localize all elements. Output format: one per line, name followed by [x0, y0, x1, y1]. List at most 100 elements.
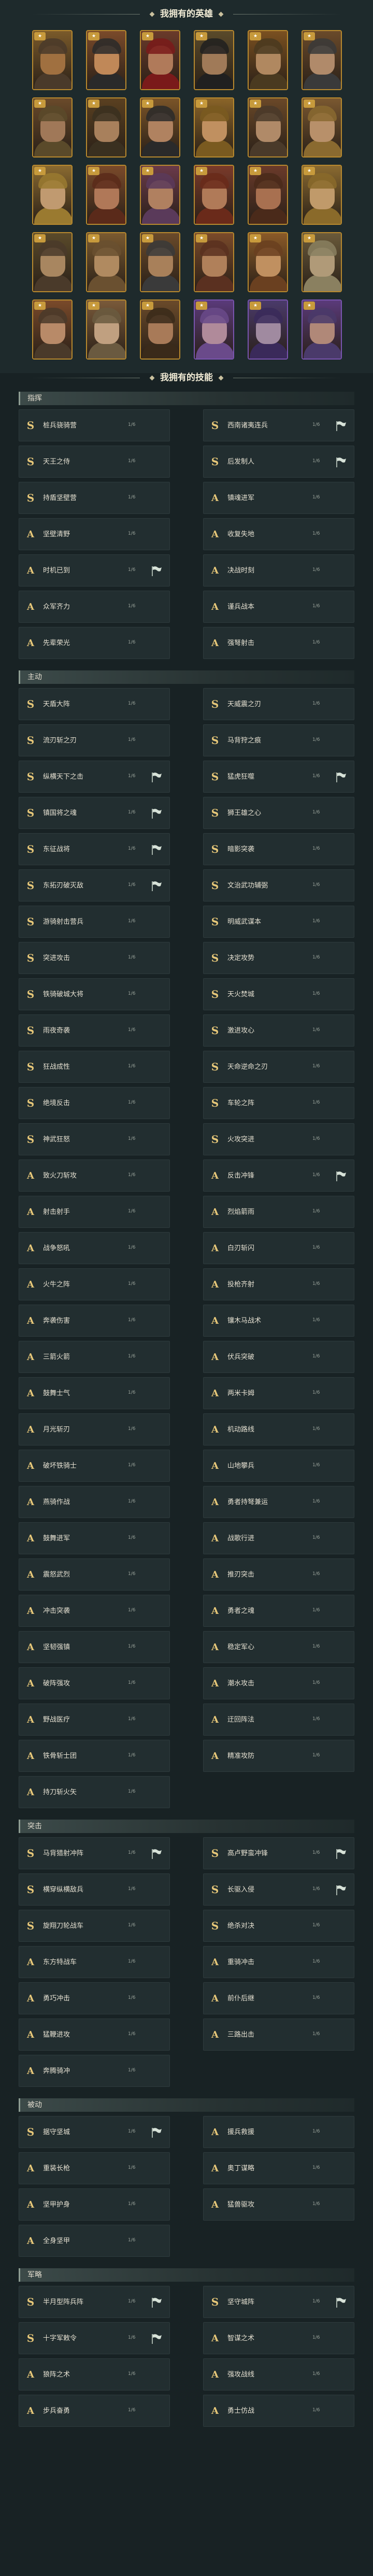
skill-card[interactable]: A 致火刀斩攻 1/6 [19, 1160, 170, 1192]
skill-card[interactable]: A 东方特战车 1/6 [19, 1946, 170, 1978]
skill-card[interactable]: S 激进攻心 1/6 [203, 1014, 354, 1047]
skill-card[interactable]: A 射击射手 1/6 [19, 1196, 170, 1228]
skill-card[interactable]: S 游骑射击营兵 1/6 [19, 906, 170, 938]
skill-card[interactable]: A 镶木马战术 1/6 [203, 1305, 354, 1337]
skill-card[interactable]: A 白刃斩闪 1/6 [203, 1232, 354, 1264]
skill-card[interactable]: S 纵横天下之击 1/6 [19, 761, 170, 793]
skill-card[interactable]: A 铁骨斩士团 1/6 [19, 1740, 170, 1772]
hero-card[interactable]: ★ [194, 30, 234, 90]
skill-card[interactable]: A 重骑冲击 1/6 [203, 1946, 354, 1978]
hero-card[interactable]: ★ [194, 299, 234, 360]
skill-card[interactable]: A 三路出击 1/6 [203, 2019, 354, 2051]
skill-card[interactable]: A 收复失地 1/6 [203, 518, 354, 550]
skill-card[interactable]: A 步兵奋勇 1/6 [19, 2395, 170, 2427]
hero-card[interactable]: ★ [302, 299, 342, 360]
hero-card[interactable]: ★ [86, 232, 126, 292]
skill-card[interactable]: A 奥丁谋略 1/6 [203, 2152, 354, 2184]
skill-card[interactable]: A 全身坚甲 1/6 [19, 2225, 170, 2257]
skill-card[interactable]: S 猛虎狂噬 1/6 [203, 761, 354, 793]
skill-card[interactable]: A 援兵救援 1/6 [203, 2116, 354, 2148]
skill-card[interactable]: S 狮王雄之心 1/6 [203, 797, 354, 829]
hero-card[interactable]: ★ [140, 97, 180, 158]
hero-card[interactable]: ★ [32, 165, 73, 225]
hero-card[interactable]: ★ [194, 97, 234, 158]
hero-card[interactable]: ★ [194, 232, 234, 292]
skill-card[interactable]: A 前仆后继 1/6 [203, 1982, 354, 2014]
skill-category-header[interactable]: 指挥 [19, 392, 354, 405]
skill-card[interactable]: S 突进攻击 1/6 [19, 942, 170, 974]
skill-card[interactable]: A 鼓舞士气 1/6 [19, 1377, 170, 1409]
skill-card[interactable]: A 伏兵突破 1/6 [203, 1341, 354, 1373]
hero-card[interactable]: ★ [248, 232, 288, 292]
skill-card[interactable]: S 车轮之阵 1/6 [203, 1087, 354, 1119]
skill-card[interactable]: S 长驱入侵 1/6 [203, 1873, 354, 1906]
skill-card[interactable]: S 高卢野蛮冲锋 1/6 [203, 1837, 354, 1869]
skill-card[interactable]: A 山地攀兵 1/6 [203, 1450, 354, 1482]
skill-card[interactable]: S 天盾大阵 1/6 [19, 688, 170, 720]
skill-card[interactable]: A 智谋之术 1/6 [203, 2322, 354, 2354]
skill-card[interactable]: A 勇者之魂 1/6 [203, 1595, 354, 1627]
skill-card[interactable]: A 机动路线 1/6 [203, 1413, 354, 1446]
skill-card[interactable]: S 天火焚城 1/6 [203, 978, 354, 1010]
skill-card[interactable]: A 强弩射击 1/6 [203, 627, 354, 659]
skill-card[interactable]: A 镇魂进军 1/6 [203, 482, 354, 514]
skill-card[interactable]: A 决战时刻 1/6 [203, 554, 354, 586]
skill-card[interactable]: A 强攻战线 1/6 [203, 2358, 354, 2391]
skill-card[interactable]: A 奔袭伤害 1/6 [19, 1305, 170, 1337]
skill-card[interactable]: S 火攻突进 1/6 [203, 1123, 354, 1155]
skill-card[interactable]: A 推刃突击 1/6 [203, 1558, 354, 1591]
skill-card[interactable]: A 坚壁清野 1/6 [19, 518, 170, 550]
skill-category-header[interactable]: 被动 [19, 2098, 354, 2112]
skill-card[interactable]: A 持刀斩火矢 1/6 [19, 1776, 170, 1808]
skill-card[interactable]: A 震怒武烈 1/6 [19, 1558, 170, 1591]
hero-card[interactable]: ★ [140, 165, 180, 225]
hero-card[interactable]: ★ [140, 30, 180, 90]
skill-card[interactable]: S 决定攻势 1/6 [203, 942, 354, 974]
hero-card[interactable]: ★ [302, 232, 342, 292]
hero-card[interactable]: ★ [32, 299, 73, 360]
hero-card[interactable]: ★ [248, 30, 288, 90]
skill-card[interactable]: S 桩兵骁骑营 1/6 [19, 409, 170, 441]
skill-card[interactable]: S 镇国将之魂 1/6 [19, 797, 170, 829]
skill-card[interactable]: S 流刃斩之刃 1/6 [19, 724, 170, 756]
hero-card[interactable]: ★ [32, 232, 73, 292]
hero-card[interactable]: ★ [86, 165, 126, 225]
skill-card[interactable]: A 野战医疗 1/6 [19, 1704, 170, 1736]
hero-card[interactable]: ★ [302, 30, 342, 90]
hero-card[interactable]: ★ [32, 30, 73, 90]
skill-card[interactable]: A 精准攻防 1/6 [203, 1740, 354, 1772]
skill-card[interactable]: S 持盾坚壁营 1/6 [19, 482, 170, 514]
skill-card[interactable]: A 战争怒吼 1/6 [19, 1232, 170, 1264]
skill-card[interactable]: A 两米卡姆 1/6 [203, 1377, 354, 1409]
skill-card[interactable]: A 坚韧强镇 1/6 [19, 1631, 170, 1663]
skill-card[interactable]: S 神武狂怒 1/6 [19, 1123, 170, 1155]
skill-card[interactable]: A 猛鞭进攻 1/6 [19, 2019, 170, 2051]
skill-card[interactable]: A 重装长枪 1/6 [19, 2152, 170, 2184]
skill-card[interactable]: A 勇巧冲击 1/6 [19, 1982, 170, 2014]
skill-card[interactable]: S 坚守城阵 1/6 [203, 2286, 354, 2318]
skill-card[interactable]: A 月光斩刃 1/6 [19, 1413, 170, 1446]
hero-card[interactable]: ★ [248, 97, 288, 158]
skill-card[interactable]: S 天命逆命之刃 1/6 [203, 1051, 354, 1083]
hero-card[interactable]: ★ [194, 165, 234, 225]
skill-card[interactable]: S 雨夜奇袭 1/6 [19, 1014, 170, 1047]
skill-card[interactable]: S 据守坚城 1/6 [19, 2116, 170, 2148]
skill-card[interactable]: A 投枪齐射 1/6 [203, 1268, 354, 1300]
skill-card[interactable]: A 三箭火箭 1/6 [19, 1341, 170, 1373]
skill-card[interactable]: S 天威震之刃 1/6 [203, 688, 354, 720]
skill-card[interactable]: S 绝杀对决 1/6 [203, 1910, 354, 1942]
skill-card[interactable]: S 东征战将 1/6 [19, 833, 170, 865]
skill-card[interactable]: A 冲击突袭 1/6 [19, 1595, 170, 1627]
skill-card[interactable]: S 半月型阵兵阵 1/6 [19, 2286, 170, 2318]
skill-card[interactable]: A 稳定军心 1/6 [203, 1631, 354, 1663]
skill-card[interactable]: A 鼓舞进军 1/6 [19, 1522, 170, 1554]
skill-category-header[interactable]: 军略 [19, 2268, 354, 2282]
skill-category-header[interactable]: 主动 [19, 670, 354, 684]
skill-card[interactable]: S 后发制人 1/6 [203, 446, 354, 478]
skill-card[interactable]: S 西南诸夷连兵 1/6 [203, 409, 354, 441]
skill-card[interactable]: S 十字军敕令 1/6 [19, 2322, 170, 2354]
skill-card[interactable]: A 勇士仿战 1/6 [203, 2395, 354, 2427]
skill-card[interactable]: A 时机已到 1/6 [19, 554, 170, 586]
skill-card[interactable]: A 战歌行进 1/6 [203, 1522, 354, 1554]
skill-card[interactable]: A 反击冲锋 1/6 [203, 1160, 354, 1192]
